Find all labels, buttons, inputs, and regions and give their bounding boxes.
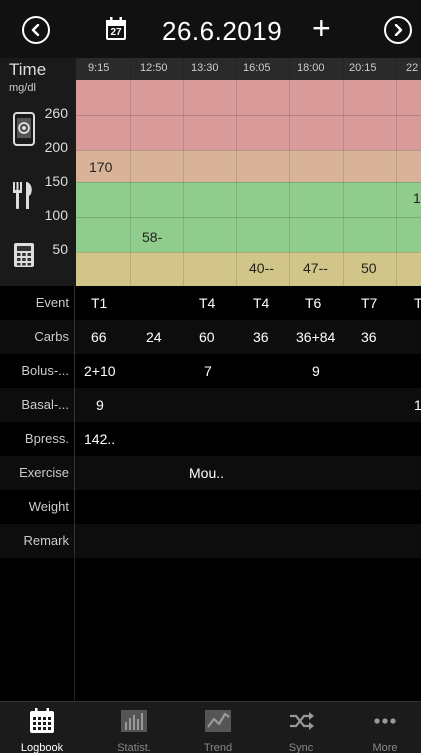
time-cell: 16:05 (243, 62, 271, 74)
glucose-value[interactable]: 40-- (249, 260, 274, 276)
row-label: Remark (23, 533, 69, 548)
bar-chart-icon (121, 710, 147, 732)
time-cell: 20:15 (349, 62, 377, 74)
table-cell[interactable]: Mou.. (189, 456, 224, 490)
time-axis-title: Time (9, 60, 47, 79)
table-cell[interactable]: 2+10 (84, 354, 116, 388)
time-cell: 18:00 (297, 62, 325, 74)
more-dots-icon (374, 718, 396, 724)
table-cell[interactable]: 36+84 (296, 320, 335, 354)
row-event[interactable]: Event T1 T4 T4 T6 T7 T (0, 286, 421, 320)
tab-trend[interactable]: Trend (176, 702, 260, 753)
tab-label: Sync (288, 742, 314, 753)
previous-day-button[interactable] (22, 16, 50, 44)
chevron-right-icon (394, 24, 403, 36)
row-weight[interactable]: Weight (0, 490, 421, 524)
trend-line-icon (205, 710, 231, 732)
tab-sync[interactable]: Sync (259, 702, 343, 753)
current-date[interactable]: 26.6.2019 (162, 16, 282, 47)
calendar-day-number: 27 (110, 27, 122, 38)
row-remark[interactable]: Remark (0, 524, 421, 558)
tab-logbook[interactable]: Logbook (0, 702, 84, 753)
row-label: Bolus-... (21, 363, 69, 378)
shuffle-icon (290, 712, 314, 730)
row-basal[interactable]: Basal-... 9 1 (0, 388, 421, 422)
y-tick-200: 200 (44, 139, 68, 155)
y-tick-100: 100 (44, 207, 68, 223)
row-bpress[interactable]: Bpress. 142.. (0, 422, 421, 456)
row-label: Basal-... (21, 397, 69, 412)
table-cell[interactable]: 142.. (84, 422, 115, 456)
y-tick-150: 150 (44, 173, 68, 189)
y-tick-50: 50 (52, 241, 68, 257)
glucose-value[interactable]: 47-- (303, 260, 328, 276)
row-label: Exercise (19, 465, 69, 480)
time-cell: 22 (406, 62, 419, 74)
logbook-table: Event T1 T4 T4 T6 T7 T Carbs 66 24 60 36… (0, 286, 421, 558)
table-cell[interactable]: 66 (91, 320, 107, 354)
glucose-value[interactable]: 50 (361, 260, 377, 276)
table-cell[interactable]: 24 (146, 320, 162, 354)
table-cell[interactable]: T7 (361, 286, 377, 320)
time-cell: 13:30 (191, 62, 219, 74)
tab-label: Trend (203, 742, 233, 753)
glucose-unit-label: mg/dl (9, 82, 36, 94)
tab-label: Logbook (20, 742, 64, 753)
time-cell: 12:50 (140, 62, 168, 74)
bottom-tab-bar: Logbook Statist. Trend Sync More (0, 701, 421, 753)
tab-label: Statist. (117, 742, 151, 753)
table-cell[interactable]: T6 (305, 286, 321, 320)
table-cell[interactable]: 9 (96, 388, 104, 422)
row-label: Carbs (34, 329, 69, 344)
glucose-value[interactable]: 58- (142, 229, 162, 245)
glucose-value[interactable]: 1 (413, 190, 421, 206)
row-bolus[interactable]: Bolus-... 2+10 7 9 (0, 354, 421, 388)
calculator-icon[interactable] (13, 242, 35, 268)
row-exercise[interactable]: Exercise Mou.. (0, 456, 421, 490)
table-cell[interactable]: 36 (253, 320, 269, 354)
glucose-value[interactable]: 170 (89, 159, 112, 175)
table-cell[interactable]: 7 (204, 354, 212, 388)
tab-label: More (372, 742, 398, 753)
calendar-button[interactable]: 27 (105, 17, 127, 41)
table-cell[interactable]: 9 (312, 354, 320, 388)
band-elevated (76, 150, 421, 182)
table-cell[interactable]: 1 (414, 388, 421, 422)
table-cell[interactable]: 60 (199, 320, 215, 354)
table-cell[interactable]: T4 (199, 286, 215, 320)
next-day-button[interactable] (384, 16, 412, 44)
header-bar: 27 26.6.2019 + (0, 0, 421, 58)
add-entry-button[interactable]: + (312, 12, 331, 44)
row-carbs[interactable]: Carbs 66 24 60 36 36+84 36 (0, 320, 421, 354)
table-cell[interactable]: T4 (253, 286, 269, 320)
tab-more[interactable]: More (343, 702, 421, 753)
calendar-grid-icon (30, 708, 54, 733)
glucose-chart[interactable]: Time mg/dl 260 200 150 100 50 9:15 12:50… (0, 58, 421, 286)
tab-statistics[interactable]: Statist. (92, 702, 176, 753)
phone-sensor-icon[interactable] (12, 112, 36, 146)
fork-knife-icon[interactable] (10, 180, 36, 210)
y-tick-260: 260 (44, 105, 68, 121)
row-label: Event (35, 295, 69, 310)
chevron-left-icon (31, 24, 40, 36)
table-cell[interactable]: T (414, 286, 421, 320)
table-cell[interactable]: 36 (361, 320, 377, 354)
table-cell[interactable]: T1 (91, 286, 107, 320)
row-label: Bpress. (24, 431, 69, 446)
row-label: Weight (28, 499, 69, 514)
time-cell: 9:15 (88, 62, 110, 74)
time-header-row: 9:15 12:50 13:30 16:05 18:00 20:15 22 (76, 58, 421, 80)
